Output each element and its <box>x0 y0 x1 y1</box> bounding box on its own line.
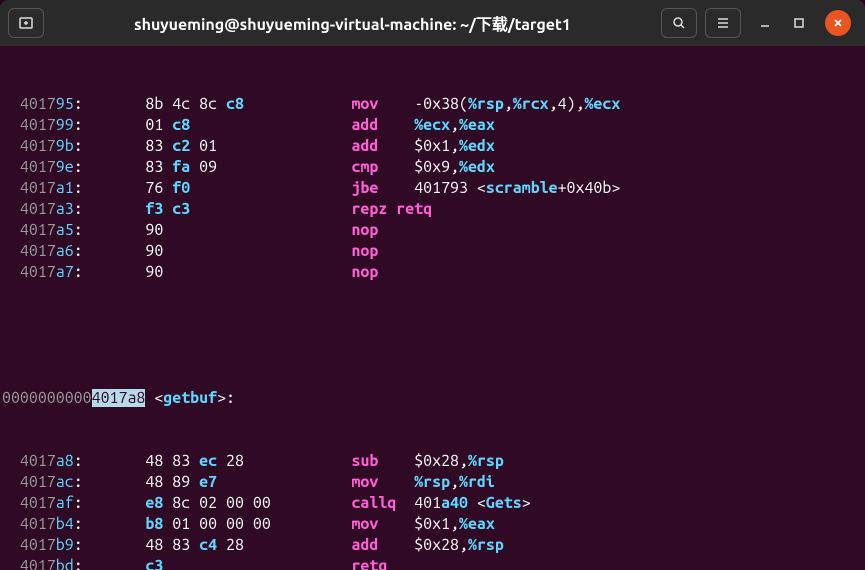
disasm-line: 4017af: e8 8c 02 00 00 callq 401a40 <Get… <box>2 493 863 514</box>
disasm-line: 4017b4: b8 01 00 00 00 mov $0x1,%eax <box>2 514 863 535</box>
disasm-line: 40179e: 83 fa 09 cmp $0x9,%edx <box>2 157 863 178</box>
disasm-line: 40179b: 83 c2 01 add $0x1,%edx <box>2 136 863 157</box>
disasm-line: 4017ac: 48 89 e7 mov %rsp,%rdi <box>2 472 863 493</box>
disasm-line: 4017a8: 48 83 ec 28 sub $0x28,%rsp <box>2 451 863 472</box>
disasm-line: 4017a5: 90 nop <box>2 220 863 241</box>
maximize-button[interactable] <box>791 15 807 31</box>
terminal-viewport[interactable]: 401795: 8b 4c 8c c8 mov -0x38(%rsp,%rcx,… <box>0 46 865 570</box>
disasm-line: 401795: 8b 4c 8c c8 mov -0x38(%rsp,%rcx,… <box>2 94 863 115</box>
close-button[interactable] <box>825 10 851 36</box>
disasm-line: 4017b9: 48 83 c4 28 add $0x28,%rsp <box>2 535 863 556</box>
disasm-line: 401799: 01 c8 add %ecx,%eax <box>2 115 863 136</box>
new-tab-button[interactable] <box>8 8 44 38</box>
search-button[interactable] <box>661 8 697 38</box>
search-highlight: 4017a8 <box>92 389 146 407</box>
window-title: shuyueming@shuyueming-virtual-machine: ~… <box>52 11 653 35</box>
symbol-name: getbuf <box>163 389 217 407</box>
minimize-button[interactable] <box>757 15 773 31</box>
disasm-line: 4017a1: 76 f0 jbe 401793 <scramble+0x40b… <box>2 178 863 199</box>
disasm-line: 4017a3: f3 c3 repz retq <box>2 199 863 220</box>
disasm-block: 4017a8: 48 83 ec 28 sub $0x28,%rsp 4017a… <box>2 451 863 570</box>
titlebar: shuyueming@shuyueming-virtual-machine: ~… <box>0 0 865 46</box>
blank-line <box>2 325 863 346</box>
window-controls <box>757 10 851 36</box>
symbol-header-getbuf: 00000000004017a8 <getbuf>: <box>2 388 863 409</box>
disasm-block: 401795: 8b 4c 8c c8 mov -0x38(%rsp,%rcx,… <box>2 94 863 283</box>
hamburger-menu-button[interactable] <box>705 8 741 38</box>
disasm-line: 4017bd: c3 retq <box>2 556 863 570</box>
disasm-line: 4017a7: 90 nop <box>2 262 863 283</box>
addr-prefix: 0000000000 <box>2 389 92 407</box>
disasm-line: 4017a6: 90 nop <box>2 241 863 262</box>
